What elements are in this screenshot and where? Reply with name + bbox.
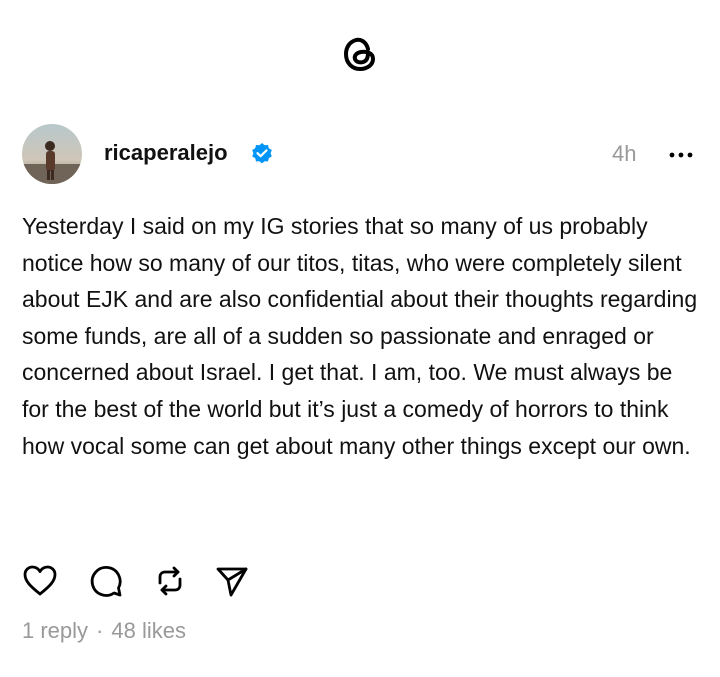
like-count[interactable]: 48 likes [111, 618, 186, 643]
share-icon[interactable] [214, 563, 250, 599]
threads-logo-icon[interactable] [340, 32, 380, 74]
repost-icon[interactable] [152, 563, 188, 599]
post-stats: 1 reply · 48 likes [22, 618, 186, 644]
reply-count[interactable]: 1 reply [22, 618, 88, 643]
more-icon[interactable] [666, 148, 696, 162]
stats-separator: · [96, 618, 104, 643]
username[interactable]: ricaperalejo [104, 140, 228, 166]
avatar-image [22, 124, 82, 184]
avatar[interactable] [22, 124, 82, 184]
verified-badge-icon [252, 143, 272, 164]
post-time: 4h [612, 141, 637, 166]
heart-icon[interactable] [22, 563, 58, 599]
post-text: Yesterday I said on my IG stories that s… [22, 213, 698, 459]
comment-icon[interactable] [88, 563, 124, 599]
